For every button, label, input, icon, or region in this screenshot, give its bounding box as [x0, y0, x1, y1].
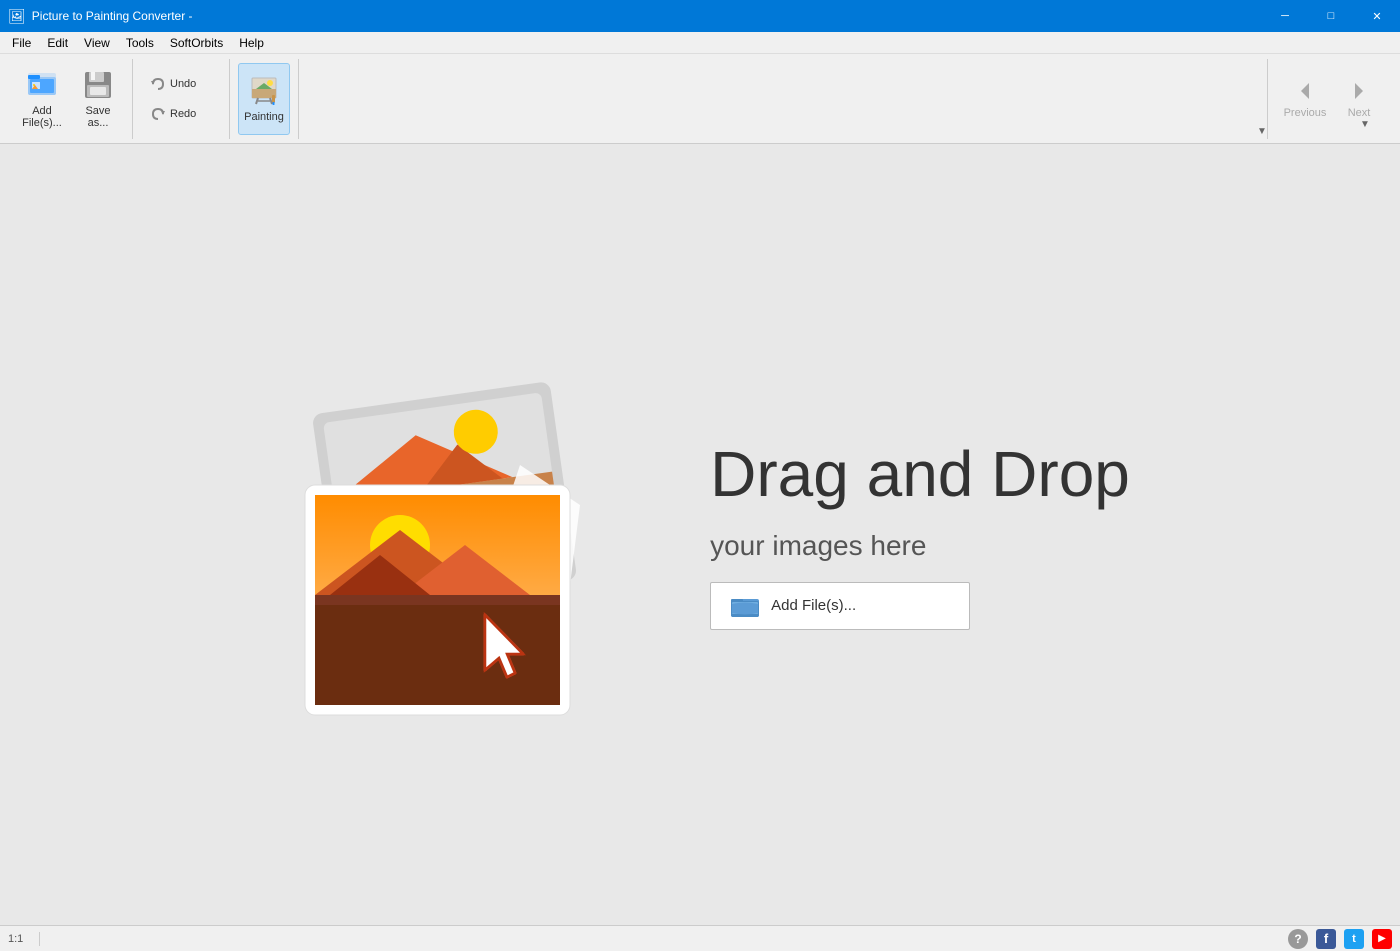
menu-view[interactable]: View: [76, 34, 118, 52]
next-button[interactable]: Next: [1334, 63, 1384, 135]
save-icon-svg: [82, 69, 114, 101]
painting-toolbar-button[interactable]: Painting: [238, 63, 290, 135]
save-as-toolbar-button[interactable]: Save as...: [72, 63, 124, 135]
youtube-icon[interactable]: ▶: [1372, 929, 1392, 949]
menu-tools[interactable]: Tools: [118, 34, 162, 52]
help-icon[interactable]: ?: [1288, 929, 1308, 949]
drop-illustration-svg: [270, 345, 650, 725]
add-files-toolbar-button[interactable]: Add File(s)...: [16, 63, 68, 135]
redo-icon: [150, 106, 166, 122]
title-bar: 🖼 Picture to Painting Converter - ─ □ ✕: [0, 0, 1400, 32]
add-files-main-button[interactable]: Add File(s)...: [710, 582, 970, 630]
next-icon: [1347, 79, 1371, 103]
redo-label: Redo: [170, 108, 196, 120]
add-files-main-label: Add File(s)...: [771, 597, 856, 614]
drop-zone[interactable]: Drag and Drop your images here Add File(…: [270, 345, 1130, 725]
add-files-toolbar-icon: [26, 69, 58, 101]
menu-softorbits[interactable]: SoftOrbits: [162, 34, 231, 52]
drag-drop-title: Drag and Drop: [710, 439, 1130, 509]
status-left: 1:1: [8, 932, 40, 946]
previous-button[interactable]: Previous: [1280, 63, 1330, 135]
save-as-toolbar-label: Save as...: [85, 105, 110, 129]
status-bar: 1:1 ? f t ▶: [0, 925, 1400, 951]
toolbar: Add File(s)... Save as...: [0, 54, 1400, 144]
facebook-icon[interactable]: f: [1316, 929, 1336, 949]
separator-line: [39, 932, 40, 946]
add-files-toolbar-label: Add File(s)...: [22, 105, 62, 129]
toolbar-group-edit: Undo Redo: [133, 59, 230, 139]
drag-drop-subtitle: your images here: [710, 530, 1130, 562]
menu-help[interactable]: Help: [231, 34, 272, 52]
toolbar-group-painting: Painting: [230, 59, 299, 139]
twitter-icon[interactable]: t: [1344, 929, 1364, 949]
nav-expand-arrow[interactable]: ▼: [1360, 119, 1376, 135]
toolbar-group-files: Add File(s)... Save as...: [8, 59, 133, 139]
toolbar-nav: Previous Next ▼: [1259, 59, 1384, 139]
painting-toolbar-icon: [248, 75, 280, 107]
title-bar-left: 🖼 Picture to Painting Converter -: [8, 8, 193, 25]
app-icon: 🖼: [8, 8, 26, 25]
app-title: Picture to Painting Converter -: [32, 9, 193, 23]
undo-button[interactable]: Undo: [141, 71, 221, 97]
add-files-icon-svg: [26, 69, 58, 101]
minimize-button[interactable]: ─: [1262, 0, 1308, 32]
painting-toolbar-label: Painting: [244, 111, 284, 123]
folder-icon: [731, 595, 759, 617]
image-illustration: [270, 345, 650, 725]
close-button[interactable]: ✕: [1354, 0, 1400, 32]
zoom-level: 1:1: [8, 933, 23, 945]
drop-text-area: Drag and Drop your images here Add File(…: [710, 439, 1130, 629]
save-as-toolbar-icon: [82, 69, 114, 101]
next-label: Next: [1348, 107, 1371, 119]
nav-divider: [1267, 59, 1268, 139]
status-right: ? f t ▶: [1288, 929, 1392, 949]
painting-icon-svg: [248, 75, 280, 107]
menu-file[interactable]: File: [4, 34, 39, 52]
title-bar-controls: ─ □ ✕: [1262, 0, 1400, 32]
undo-label: Undo: [170, 78, 196, 90]
previous-label: Previous: [1284, 107, 1327, 119]
undo-icon: [150, 76, 166, 92]
menu-edit[interactable]: Edit: [39, 34, 76, 52]
redo-button[interactable]: Redo: [141, 101, 221, 127]
previous-icon: [1293, 79, 1317, 103]
maximize-button[interactable]: □: [1308, 0, 1354, 32]
menu-bar: File Edit View Tools SoftOrbits Help: [0, 32, 1400, 54]
main-content[interactable]: Drag and Drop your images here Add File(…: [0, 144, 1400, 925]
undo-redo-group: Undo Redo: [141, 71, 221, 127]
